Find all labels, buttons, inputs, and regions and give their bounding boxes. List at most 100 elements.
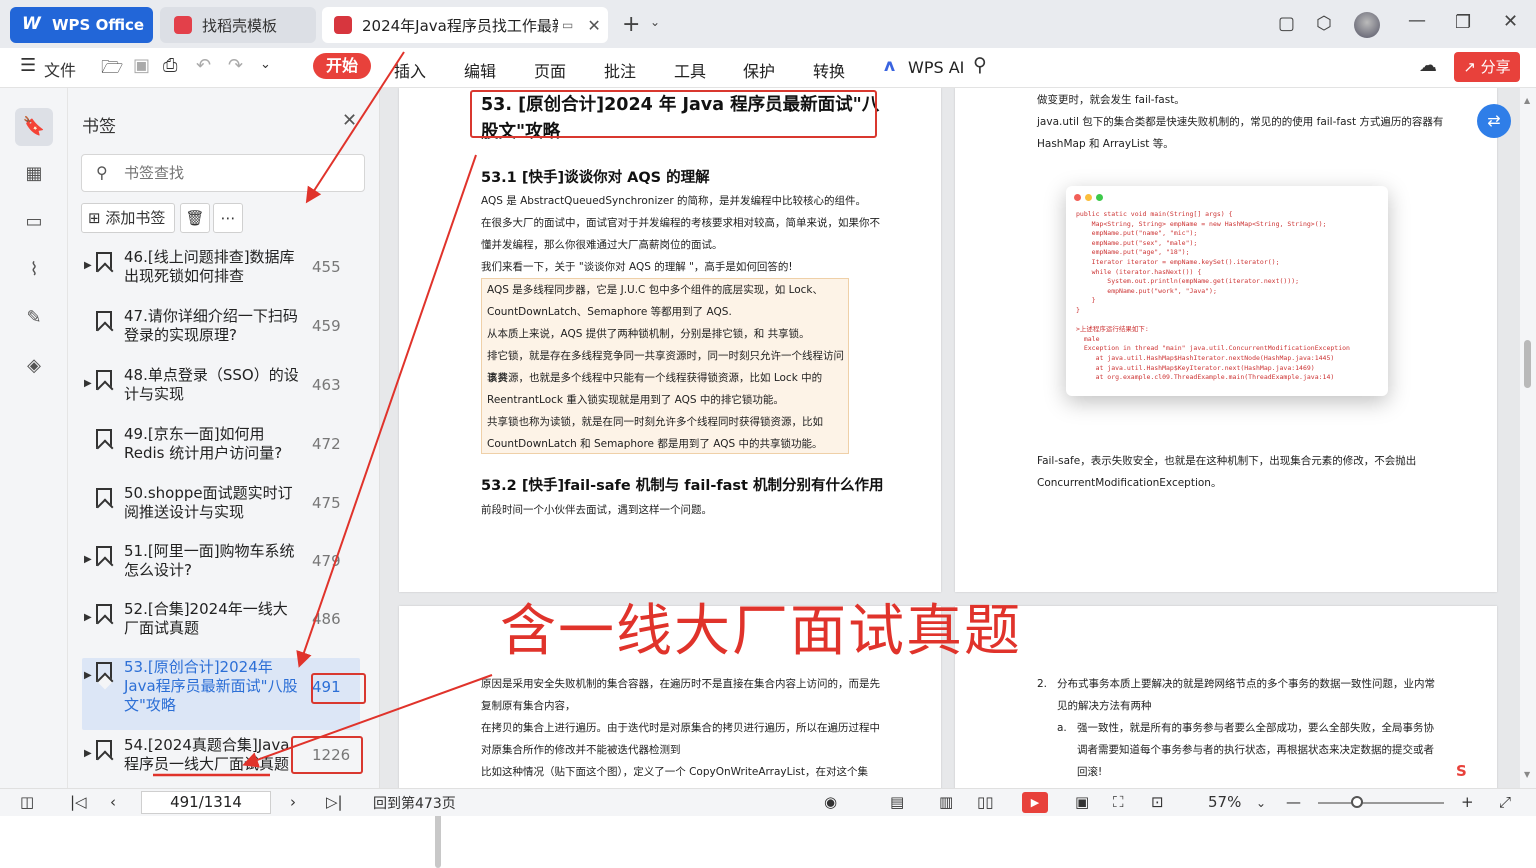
- more-options-button[interactable]: ⋯: [213, 203, 243, 233]
- bookmark-page: 459: [312, 317, 341, 335]
- tab-tools[interactable]: 工具: [674, 58, 706, 82]
- bookmark-panel-icon[interactable]: 🔖: [15, 108, 53, 146]
- paragraph: HashMap 和 ArrayList 等。: [1037, 138, 1174, 150]
- bookmark-icon: [96, 252, 112, 272]
- tab-protect[interactable]: 保护: [743, 58, 775, 82]
- zoom-slider-track[interactable]: [1318, 802, 1444, 804]
- page-number-field[interactable]: 491/1314: [141, 791, 271, 814]
- first-page-icon[interactable]: |◁: [70, 793, 87, 811]
- zoom-level[interactable]: 57%: [1208, 793, 1241, 811]
- document-view[interactable]: 53. [原创合计]2024 年 Java 程序员最新面试"八股文"攻略 53.…: [380, 88, 1520, 788]
- comment-icon[interactable]: ▭: [20, 208, 48, 236]
- scrollbar-thumb[interactable]: [1524, 340, 1531, 388]
- close-panel-icon[interactable]: ✕: [342, 110, 357, 131]
- quote-line: ReentrantLock 重入锁实现就是用到了 AQS 中的排它锁功能。: [487, 394, 784, 406]
- wps-office-tab[interactable]: W WPS Office: [10, 7, 153, 43]
- expand-arrow-icon[interactable]: ▶: [84, 670, 92, 681]
- tab-start[interactable]: 开始: [313, 53, 371, 79]
- open-folder-icon[interactable]: 🗁: [101, 55, 123, 85]
- delete-bookmark-button[interactable]: 🗑: [180, 203, 210, 233]
- two-page-icon[interactable]: ▯▯: [977, 793, 994, 811]
- zoom-dropdown-icon[interactable]: ⌄: [1256, 796, 1266, 810]
- bookmark-item[interactable]: ▶ 52.[合集]2024年一线大厂面试真题 486: [82, 600, 360, 650]
- prev-page-icon[interactable]: ‹: [110, 793, 116, 811]
- tab-insert[interactable]: 插入: [394, 58, 426, 82]
- avatar[interactable]: [1354, 12, 1380, 38]
- more-chevron-icon[interactable]: ⌄: [260, 57, 271, 72]
- back-to-page-link[interactable]: 回到第473页: [373, 793, 456, 813]
- fit-width-icon[interactable]: ⛶: [1113, 793, 1124, 811]
- close-tab-icon[interactable]: ✕: [587, 16, 600, 35]
- heading-53-2: 53.2 [快手]fail-safe 机制与 fail-fast 机制分别有什么…: [481, 478, 884, 494]
- close-window-icon[interactable]: ✕: [1503, 11, 1518, 32]
- signature-icon[interactable]: ✎: [20, 304, 48, 332]
- bookmark-item[interactable]: ▶ 46.[线上问题排查]数据库出现死锁如何排查 455: [82, 248, 360, 298]
- attachment-icon[interactable]: ⌇: [20, 256, 48, 284]
- tab-edit[interactable]: 编辑: [464, 58, 496, 82]
- last-page-icon[interactable]: ▷|: [326, 793, 343, 811]
- redo-icon[interactable]: ↷: [228, 55, 243, 76]
- share-button[interactable]: ↗ 分享: [1454, 52, 1520, 82]
- play-icon[interactable]: ▶: [1022, 792, 1048, 813]
- eye-icon[interactable]: ◉: [824, 793, 837, 811]
- bookmark-item[interactable]: 47.请你详细介绍一下扫码登录的实现原理? 459: [82, 307, 360, 357]
- paragraph: ConcurrentModificationException。: [1037, 477, 1222, 489]
- add-bookmark-button[interactable]: ⊞ 添加书签: [81, 203, 175, 233]
- tab-comment[interactable]: 批注: [604, 58, 636, 82]
- sidebar-toggle-icon[interactable]: ◫: [20, 793, 34, 811]
- template-tab[interactable]: 找稻壳模板: [160, 7, 316, 43]
- sogou-ime-icon[interactable]: S: [1456, 762, 1467, 780]
- document-tab[interactable]: 2024年Java程序员找工作最新 ▭ ✕: [322, 7, 608, 43]
- undo-icon[interactable]: ↶: [196, 55, 211, 76]
- expand-arrow-icon[interactable]: ▶: [84, 260, 92, 271]
- tab-convert[interactable]: 转换: [813, 58, 845, 82]
- template-tab-label: 找稻壳模板: [202, 16, 278, 35]
- reading-mode-icon[interactable]: ▣: [1075, 793, 1089, 811]
- zoom-out-icon[interactable]: —: [1286, 793, 1301, 811]
- scroll-up-icon[interactable]: ▲: [1524, 96, 1530, 105]
- expand-arrow-icon[interactable]: ▶: [84, 554, 92, 565]
- file-menu[interactable]: 文件: [44, 57, 76, 81]
- scroll-down-icon[interactable]: ▼: [1524, 770, 1530, 779]
- expand-arrow-icon[interactable]: ▶: [84, 748, 92, 759]
- heading-53-1: 53.1 [快手]谈谈你对 AQS 的理解: [481, 170, 710, 186]
- bookmark-item[interactable]: 50.shoppe面试题实时订阅推送设计与实现 475: [82, 484, 360, 534]
- print-icon[interactable]: ⎙: [163, 55, 177, 76]
- cloud-upload-icon[interactable]: ☁: [1419, 55, 1437, 76]
- chevron-down-icon[interactable]: ⌄: [650, 15, 660, 29]
- annotation-box-491: [311, 673, 366, 704]
- save-icon[interactable]: ▣: [133, 55, 150, 76]
- zoom-in-icon[interactable]: +: [1461, 793, 1474, 811]
- minimize-icon[interactable]: —: [1408, 10, 1426, 31]
- search-icon[interactable]: ⚲: [973, 54, 987, 76]
- document-scrollbar[interactable]: ▲ ▼: [1520, 88, 1536, 788]
- next-page-icon[interactable]: ›: [290, 793, 296, 811]
- thumbnail-icon[interactable]: ▦: [20, 160, 48, 188]
- bookmark-search[interactable]: ⚲: [81, 154, 365, 192]
- maximize-icon[interactable]: ❐: [1455, 12, 1471, 33]
- bookmark-search-input[interactable]: [124, 161, 354, 185]
- new-tab-icon[interactable]: +: [622, 12, 640, 37]
- bookmark-item[interactable]: ▶ 48.单点登录（SSO）的设计与实现 463: [82, 366, 360, 416]
- wps-ai-button[interactable]: WPS AI: [908, 58, 964, 77]
- bookmark-item[interactable]: ▶ 51.[阿里一面]购物车系统怎么设计? 479: [82, 542, 360, 592]
- bookmark-label: 50.shoppe面试题实时订阅推送设计与实现: [124, 484, 293, 521]
- bookmark-item[interactable]: 49.[京东一面]如何用 Redis 统计用户访问量? 472: [82, 425, 360, 475]
- continuous-icon[interactable]: ▥: [939, 793, 953, 811]
- menu-icon[interactable]: ☰: [20, 55, 36, 76]
- bookmark-label: 46.[线上问题排查]数据库出现死锁如何排查: [124, 248, 295, 285]
- cube-icon[interactable]: ⬡: [1316, 13, 1332, 34]
- single-page-icon[interactable]: ▤: [890, 793, 904, 811]
- monitor-icon[interactable]: ▭: [562, 18, 573, 32]
- bookmark-label: 48.单点登录（SSO）的设计与实现: [124, 366, 299, 403]
- window-layout-icon[interactable]: ▢: [1278, 13, 1295, 34]
- layers-icon[interactable]: ◈: [20, 352, 48, 380]
- zoom-slider-knob[interactable]: [1351, 796, 1363, 808]
- trash-icon: 🗑: [185, 209, 205, 227]
- expand-arrow-icon[interactable]: ▶: [84, 378, 92, 389]
- tab-page[interactable]: 页面: [534, 58, 566, 82]
- fit-page-icon[interactable]: ⊡: [1151, 793, 1164, 811]
- translate-fab-icon[interactable]: ⇄: [1477, 104, 1511, 138]
- fullscreen-icon[interactable]: ⤢: [1499, 793, 1511, 811]
- expand-arrow-icon[interactable]: ▶: [84, 612, 92, 623]
